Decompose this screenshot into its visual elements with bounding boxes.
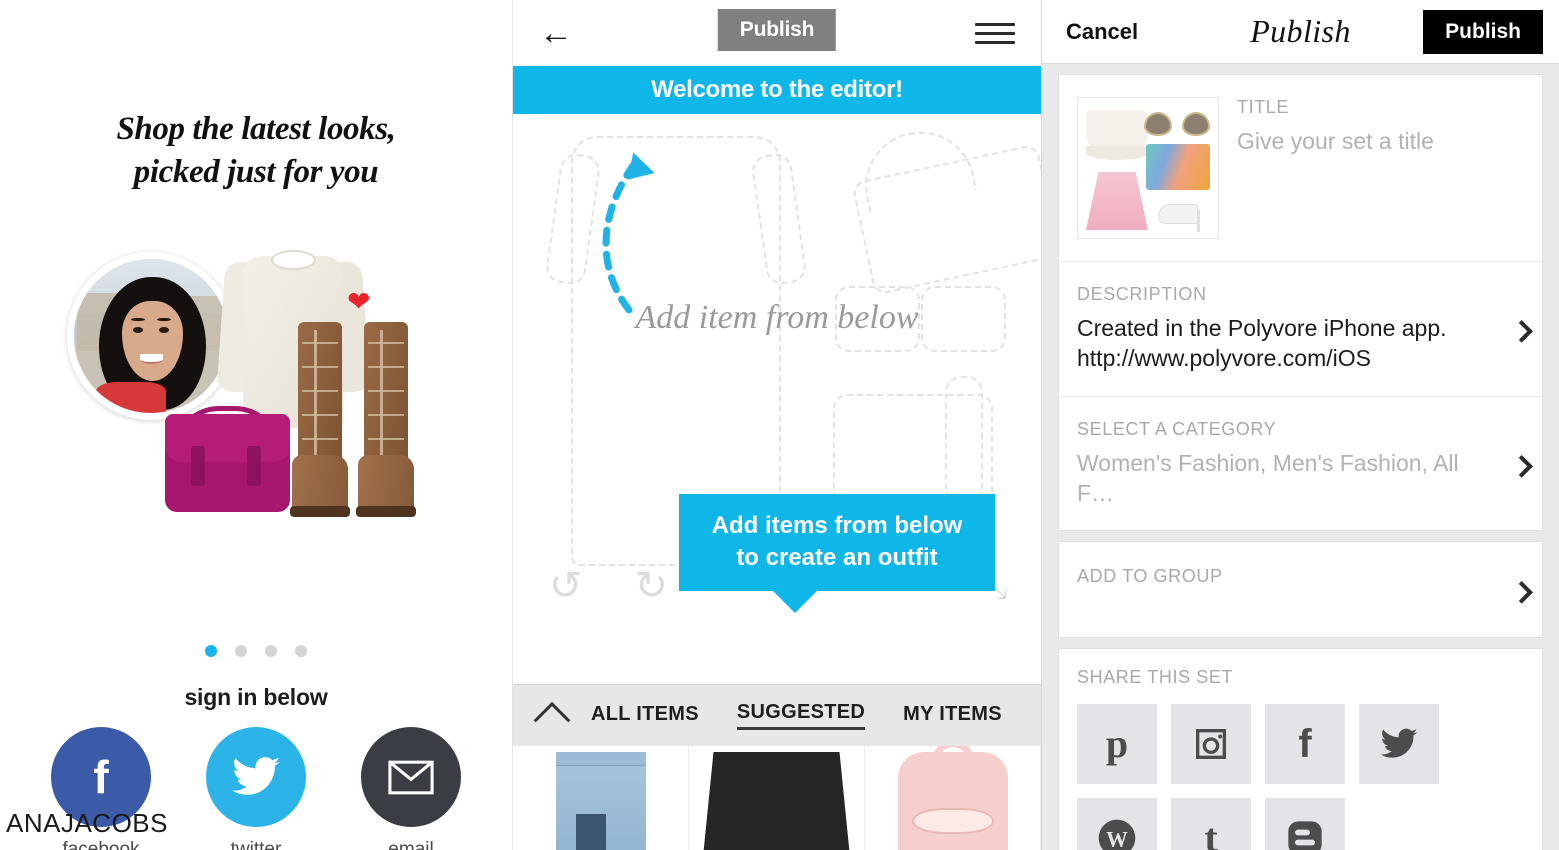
item-tabbar: ALL ITEMS SUGGESTED MY ITEMS: [513, 684, 1041, 746]
publish-page-title: Publish: [1250, 13, 1351, 49]
app-screen: Shop the latest looks, picked just for y…: [0, 0, 1559, 850]
undo-redo-group: ↺ ↻: [549, 566, 668, 606]
item-strip: [513, 746, 1041, 850]
editor-topbar: ← Publish: [513, 0, 1041, 66]
category-label: SELECT A CATEGORY: [1077, 418, 1277, 439]
publish-chip-button[interactable]: Publish: [717, 9, 837, 51]
set-thumbnail: [1077, 97, 1219, 239]
welcome-banner: Welcome to the editor!: [513, 66, 1041, 114]
email-icon: [361, 727, 461, 827]
page-indicator[interactable]: [0, 645, 512, 657]
title-label: TITLE: [1237, 97, 1290, 117]
watermark: ANAJACOBS: [6, 808, 168, 838]
onboarding-tooltip: Add items from below to create an outfit: [679, 494, 995, 614]
boots-item-image: [290, 322, 420, 517]
category-row[interactable]: SELECT A CATEGORY Women's Fashion, Men's…: [1059, 397, 1542, 531]
item-thumb-denim-skirt[interactable]: [513, 746, 689, 850]
category-value: Women's Fashion, Men's Fashion, All F…: [1077, 449, 1459, 507]
svg-text:W: W: [1106, 828, 1128, 850]
description-label: DESCRIPTION: [1077, 284, 1207, 304]
title-row[interactable]: TITLE Give your set a title: [1059, 75, 1542, 262]
tooltip-line-1: Add items from below: [711, 512, 963, 539]
undo-icon[interactable]: ↺: [549, 566, 583, 606]
page-dot-2[interactable]: [235, 645, 247, 657]
editor-panel: ← Publish Welcome to the editor! Add ite…: [512, 0, 1042, 850]
headline-line-1: Shop the latest looks,: [116, 111, 396, 147]
onboarding-panel: Shop the latest looks, picked just for y…: [0, 0, 512, 850]
redo-icon[interactable]: ↻: [635, 566, 669, 606]
tab-my-items[interactable]: MY ITEMS: [903, 703, 1002, 729]
tab-all-items[interactable]: ALL ITEMS: [591, 703, 699, 729]
twitter-icon: [1380, 729, 1418, 759]
description-value-line-1: Created in the Polyvore iPhone app.: [1077, 315, 1447, 341]
avatar-photo: [74, 259, 228, 413]
tab-suggested[interactable]: SUGGESTED: [736, 701, 866, 730]
pinterest-icon: p: [1105, 721, 1129, 767]
add-to-group-card: ADD TO GROUP: [1058, 541, 1543, 639]
signin-twitter-button[interactable]: twitter: [206, 727, 306, 850]
share-pinterest-button[interactable]: p: [1077, 704, 1157, 785]
item-thumb-pink-backpack[interactable]: [865, 746, 1041, 850]
signin-facebook-label: facebook: [62, 839, 140, 850]
page-dot-4[interactable]: [295, 645, 307, 657]
tooltip-line-2: to create an outfit: [736, 543, 938, 571]
description-value-line-2: http://www.polyvore.com/iOS: [1077, 345, 1371, 372]
share-instagram-button[interactable]: [1171, 704, 1251, 785]
share-facebook-button[interactable]: f: [1265, 704, 1345, 785]
publish-panel: Cancel Publish Publish TITLE Give your s…: [1042, 0, 1559, 850]
share-card: SHARE THIS SET p f W t: [1058, 648, 1543, 850]
share-label: SHARE THIS SET: [1077, 667, 1234, 688]
sign-in-label: sign in below: [184, 684, 328, 710]
share-wordpress-button[interactable]: W: [1077, 798, 1157, 850]
page-dot-1[interactable]: [205, 645, 217, 657]
description-row[interactable]: DESCRIPTION Created in the Polyvore iPho…: [1059, 262, 1542, 397]
avatar: [67, 252, 235, 420]
chevron-right-icon: [1510, 319, 1533, 343]
outfit-canvas[interactable]: Add item from below ↺ ↻ ⤡ Add items from…: [513, 114, 1041, 684]
publish-button[interactable]: Publish: [1423, 9, 1543, 54]
hamburger-menu-icon[interactable]: [975, 22, 1015, 44]
signin-email-button[interactable]: email: [361, 727, 461, 850]
cancel-button[interactable]: Cancel: [1066, 19, 1138, 45]
canvas-placeholder-text: Add item from below: [635, 299, 919, 336]
instagram-icon: [1196, 729, 1226, 760]
satchel-bag-item-image: [165, 404, 290, 514]
twitter-icon: [206, 727, 306, 827]
chevron-right-icon: [1510, 580, 1533, 604]
headline-line-2: picked just for you: [133, 153, 379, 190]
add-to-group-row[interactable]: ADD TO GROUP: [1059, 542, 1542, 637]
back-arrow-icon[interactable]: ←: [539, 16, 573, 50]
wordpress-icon: W: [1098, 820, 1136, 850]
share-grid: p f W t: [1077, 704, 1524, 850]
share-blogger-button[interactable]: [1265, 798, 1345, 850]
share-tumblr-button[interactable]: t: [1171, 798, 1251, 850]
publish-details-card: TITLE Give your set a title DESCRIPTION …: [1058, 74, 1543, 532]
onboarding-headline: Shop the latest looks, picked just for y…: [0, 108, 512, 194]
onboarding-collage: ❤: [55, 232, 455, 522]
signin-twitter-label: twitter: [230, 839, 282, 850]
add-to-group-label: ADD TO GROUP: [1077, 566, 1223, 587]
page-dot-3[interactable]: [265, 645, 277, 657]
share-twitter-button[interactable]: [1359, 704, 1439, 785]
title-input[interactable]: Give your set a title: [1237, 126, 1496, 156]
collapse-chevron-up-icon[interactable]: [513, 701, 591, 739]
publish-topbar: Cancel Publish Publish: [1042, 0, 1559, 64]
heart-icon: ❤: [347, 286, 371, 317]
signin-email-label: email: [388, 839, 434, 850]
tumblr-icon: t: [1204, 815, 1218, 850]
chevron-right-icon: [1510, 454, 1533, 478]
item-thumb-black-skirt[interactable]: [689, 746, 865, 850]
facebook-icon: f: [1298, 722, 1312, 767]
blogger-icon: [1288, 821, 1322, 850]
